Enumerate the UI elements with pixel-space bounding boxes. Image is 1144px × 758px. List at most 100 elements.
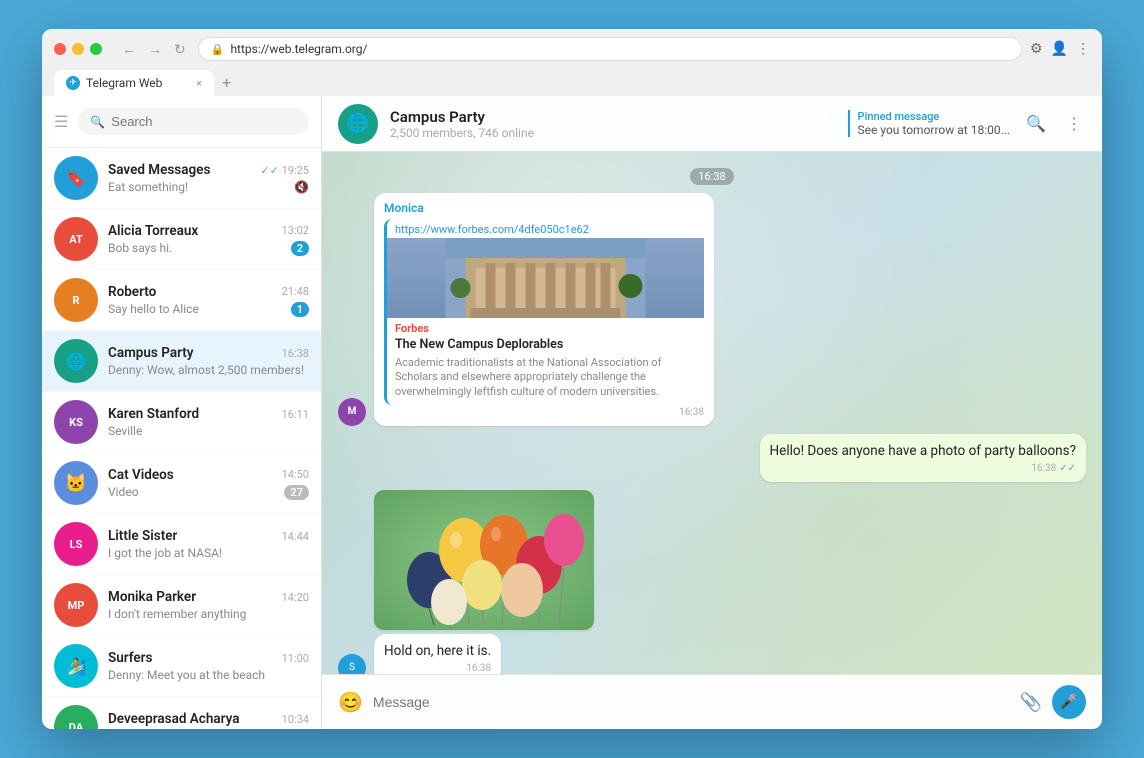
chat-content-sister: Little Sister 14:44 I got the job at NAS… <box>108 528 309 560</box>
chat-header-subtitle: 2,500 members, 746 online <box>390 126 836 140</box>
chat-time-surfers: 11:00 <box>282 652 309 665</box>
avatar-roberto: R <box>54 278 98 322</box>
emoji-button[interactable]: 😊 <box>338 690 363 715</box>
chat-item-catvideos[interactable]: 🐱 Cat Videos 14:50 Video 27 <box>42 453 321 514</box>
chat-preview-catvideos: Video <box>108 485 139 499</box>
reload-button[interactable]: ↻ <box>170 39 190 60</box>
avatar-balloon-sender: S <box>338 654 366 674</box>
search-input[interactable] <box>111 114 297 129</box>
chat-preview-surfers: Denny: Meet you at the beach <box>108 668 265 682</box>
chat-content-roberto: Roberto 21:48 Say hello to Alice 1 <box>108 284 309 317</box>
messages-area: 16:38 M Monica https://www.forbes.com/4d… <box>322 152 1102 674</box>
time-badge: 16:38 <box>690 168 733 185</box>
chat-preview-alicia: Bob says hi. <box>108 241 172 255</box>
telegram-favicon: ✈ <box>66 76 80 90</box>
chat-name-saved: Saved Messages <box>108 162 210 178</box>
app-container: ☰ 🔍 🔖 Saved Messages ✓✓ 19:25 <box>42 96 1102 729</box>
chat-item-karen[interactable]: KS Karen Stanford 16:11 Seville <box>42 392 321 453</box>
profile-icon[interactable]: 👤 <box>1051 41 1068 57</box>
chat-item-sister[interactable]: LS Little Sister 14:44 I got the job at … <box>42 514 321 575</box>
avatar-campus-header: 🌐 <box>338 104 378 144</box>
chat-time-deeveep: 10:34 <box>282 713 309 726</box>
avatar-saved: 🔖 <box>54 156 98 200</box>
chat-time-karen: 16:11 <box>282 408 309 421</box>
avatar-sister: LS <box>54 522 98 566</box>
close-window-button[interactable] <box>54 43 66 55</box>
bubble-hold-on: Hold on, here it is. 16:38 <box>374 634 501 674</box>
chat-name-campus: Campus Party <box>108 345 194 361</box>
chat-header: 🌐 Campus Party 2,500 members, 746 online… <box>322 96 1102 152</box>
search-box[interactable]: 🔍 <box>78 108 309 135</box>
chat-preview-karen: Seville <box>108 424 142 438</box>
msg-time-balloons: 16:38 <box>1031 463 1056 474</box>
bubble-monica-link: Monica https://www.forbes.com/4dfe050c1e… <box>374 193 714 426</box>
chat-content-campus: Campus Party 16:38 Denny: Wow, almost 2,… <box>108 345 309 377</box>
chat-content-alicia: Alicia Torreaux 13:02 Bob says hi. 2 <box>108 223 309 256</box>
menu-icon[interactable]: ⋮ <box>1076 41 1090 57</box>
balloon-image <box>374 490 594 630</box>
sidebar-header: ☰ 🔍 <box>42 96 321 148</box>
link-preview[interactable]: https://www.forbes.com/4dfe050c1e62 <box>384 219 704 405</box>
back-button[interactable]: ← <box>118 39 140 60</box>
chat-item-alicia[interactable]: AT Alicia Torreaux 13:02 Bob says hi. 2 <box>42 209 321 270</box>
link-desc: Academic traditionalists at the National… <box>387 354 704 405</box>
avatar-monica: M <box>338 398 366 426</box>
msg-meta-hold-on: 16:38 <box>384 663 491 674</box>
pinned-message-area[interactable]: Pinned message See you tomorrow at 18:00… <box>848 110 1011 137</box>
chat-name-surfers: Surfers <box>108 650 152 666</box>
chat-list: 🔖 Saved Messages ✓✓ 19:25 Eat something!… <box>42 148 321 729</box>
chat-content-monika: Monika Parker 14:20 I don't remember any… <box>108 589 309 621</box>
settings-icon[interactable]: ⚙ <box>1030 41 1043 57</box>
chat-time-monika: 14:20 <box>282 591 309 604</box>
chat-content-surfers: Surfers 11:00 Denny: Meet you at the bea… <box>108 650 309 682</box>
maximize-window-button[interactable] <box>90 43 102 55</box>
nav-buttons: ← → ↻ <box>118 39 190 60</box>
avatar-deeveep: DA <box>54 705 98 729</box>
chat-name-monika: Monika Parker <box>108 589 196 605</box>
chat-name-roberto: Roberto <box>108 284 156 300</box>
msg-time-monica: 16:38 <box>679 407 704 418</box>
chat-item-monika[interactable]: MP Monika Parker 14:20 I don't remember … <box>42 575 321 636</box>
chat-item-surfers[interactable]: 🏄 Surfers 11:00 Denny: Meet you at the b… <box>42 636 321 697</box>
mic-button[interactable]: 🎤 <box>1052 685 1086 719</box>
chat-preview-roberto: Say hello to Alice <box>108 302 199 316</box>
more-options-button[interactable]: ⋮ <box>1062 110 1086 138</box>
url-text: https://web.telegram.org/ <box>230 42 367 56</box>
chat-item-campus[interactable]: 🌐 Campus Party 16:38 Denny: Wow, almost … <box>42 331 321 392</box>
link-url: https://www.forbes.com/4dfe050c1e62 <box>387 219 704 238</box>
chat-header-name: Campus Party <box>390 108 836 126</box>
message-input[interactable] <box>373 694 1010 710</box>
chat-name-karen: Karen Stanford <box>108 406 199 422</box>
double-check-balloons: ✓✓ <box>1059 463 1076 474</box>
attach-button[interactable]: 📎 <box>1020 692 1042 713</box>
badge-roberto: 1 <box>291 302 309 317</box>
chat-header-info[interactable]: Campus Party 2,500 members, 746 online <box>390 108 836 140</box>
search-chat-button[interactable]: 🔍 <box>1022 110 1050 138</box>
tab-label: Telegram Web <box>86 76 162 90</box>
chat-content-saved: Saved Messages ✓✓ 19:25 Eat something! 🔇 <box>108 162 309 194</box>
chat-item-deeveep[interactable]: DA Deveeprasad Acharya 10:34 typing... <box>42 697 321 729</box>
new-tab-button[interactable]: + <box>214 69 239 96</box>
chat-time-sister: 14:44 <box>282 530 309 543</box>
msg-sender-monica: Monica <box>384 201 704 215</box>
avatar-campus: 🌐 <box>54 339 98 383</box>
forward-button[interactable]: → <box>144 39 166 60</box>
balloon-msg-container: Hold on, here it is. 16:38 <box>374 490 594 674</box>
chat-preview-sister: I got the job at NASA! <box>108 546 222 560</box>
active-tab[interactable]: ✈ Telegram Web × <box>54 70 214 96</box>
chat-header-actions: 🔍 ⋮ <box>1022 110 1086 138</box>
chat-preview-campus: Denny: Wow, almost 2,500 members! <box>108 363 304 377</box>
chat-item-roberto[interactable]: R Roberto 21:48 Say hello to Alice 1 <box>42 270 321 331</box>
hamburger-button[interactable]: ☰ <box>54 112 68 132</box>
tab-close-button[interactable]: × <box>196 77 202 90</box>
chat-preview-saved: Eat something! <box>108 180 188 194</box>
chat-time-saved: ✓✓ 19:25 <box>260 164 309 177</box>
address-bar[interactable]: 🔒 https://web.telegram.org/ <box>198 37 1022 61</box>
chat-item-saved[interactable]: 🔖 Saved Messages ✓✓ 19:25 Eat something!… <box>42 148 321 209</box>
chat-name-sister: Little Sister <box>108 528 177 544</box>
message-outgoing-balloons: Hello! Does anyone have a photo of party… <box>338 434 1086 482</box>
secure-icon: 🔒 <box>211 43 225 56</box>
muted-icon-saved: 🔇 <box>294 180 309 194</box>
chat-time-roberto: 21:48 <box>282 285 309 298</box>
minimize-window-button[interactable] <box>72 43 84 55</box>
